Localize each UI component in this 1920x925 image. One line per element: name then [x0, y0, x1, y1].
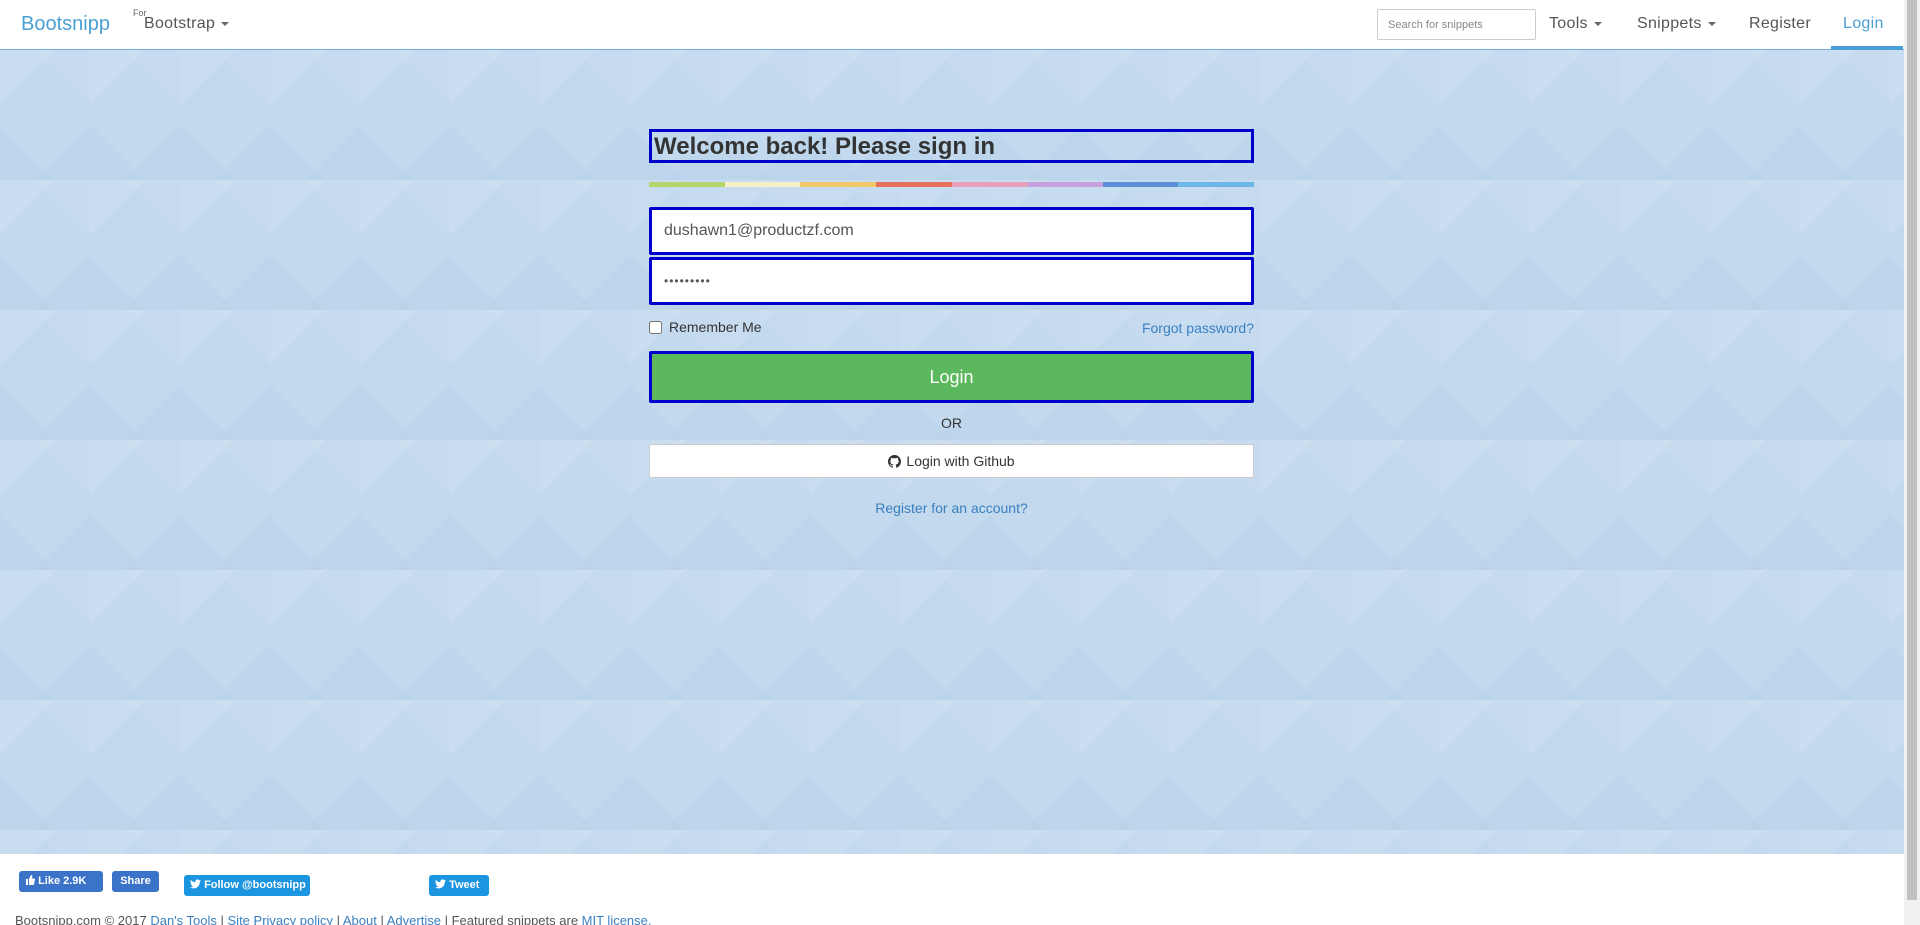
- github-icon: [888, 454, 902, 468]
- footer-link-dans-tools[interactable]: Dan's Tools: [150, 913, 217, 925]
- footer-copyright-line: Bootsnipp.com © 2017 Dan's Tools | Site …: [15, 913, 652, 925]
- rainbow-segment: [724, 182, 801, 187]
- facebook-like-button[interactable]: Like 2.9K: [19, 871, 103, 892]
- nav-tools-label: Tools: [1549, 15, 1588, 32]
- tweet-button[interactable]: Tweet: [429, 875, 489, 896]
- form-heading: Welcome back! Please sign in: [649, 129, 1254, 163]
- rainbow-segment: [875, 182, 952, 187]
- forgot-password-link[interactable]: Forgot password?: [1142, 320, 1254, 336]
- twitter-bird-icon: [435, 879, 446, 889]
- twitter-follow-button[interactable]: Follow @bootsnipp: [184, 875, 310, 896]
- rainbow-segment: [1102, 182, 1179, 187]
- nav-snippets-dropdown[interactable]: Snippets: [1637, 15, 1716, 33]
- thumbs-up-icon: [26, 875, 36, 885]
- top-navbar: Bootsnipp For Bootstrap Tools Snippets R…: [0, 0, 1904, 50]
- footer-link-mit-license[interactable]: MIT license.: [582, 913, 652, 925]
- featured-snippets-text: Featured snippets are: [451, 913, 579, 925]
- nav-snippets-label: Snippets: [1637, 15, 1702, 32]
- password-field[interactable]: [649, 257, 1254, 305]
- facebook-like-label: Like 2.9K: [38, 875, 87, 887]
- remember-me-checkbox[interactable]: [649, 320, 662, 334]
- brand-logo-link[interactable]: Bootsnipp: [21, 13, 110, 36]
- nav-login-link[interactable]: Login: [1843, 15, 1884, 33]
- footer-link-privacy[interactable]: Site Privacy policy: [228, 913, 333, 925]
- facebook-share-button[interactable]: Share: [112, 871, 159, 892]
- footer-link-advertise[interactable]: Advertise: [387, 913, 441, 925]
- tweet-label: Tweet: [449, 879, 480, 891]
- footer-link-about[interactable]: About: [343, 913, 377, 925]
- caret-down-icon: [1593, 21, 1602, 26]
- twitter-bird-icon: [190, 879, 201, 889]
- remember-me-label: Remember Me: [669, 319, 762, 335]
- caret-down-icon: [1707, 21, 1716, 26]
- rainbow-divider: [649, 182, 1254, 187]
- copyright-text: Bootsnipp.com © 2017: [15, 913, 147, 925]
- bootstrap-dropdown-label: Bootstrap: [144, 15, 216, 32]
- rainbow-segment: [951, 182, 1028, 187]
- footer: Like 2.9K Share Follow @bootsnipp Tweet …: [0, 854, 1904, 925]
- login-form: Welcome back! Please sign in Remember Me…: [649, 129, 1254, 516]
- rainbow-segment: [1027, 182, 1103, 187]
- email-field[interactable]: [649, 207, 1254, 255]
- twitter-follow-label: Follow @bootsnipp: [204, 879, 306, 891]
- github-login-button[interactable]: Login with Github: [649, 444, 1254, 478]
- github-button-label: Login with Github: [906, 453, 1015, 469]
- or-separator: OR: [941, 415, 962, 431]
- nav-tools-dropdown[interactable]: Tools: [1549, 15, 1602, 33]
- rainbow-segment: [800, 182, 876, 187]
- register-account-link[interactable]: Register for an account?: [649, 500, 1254, 516]
- login-options: Remember Me Forgot password?: [649, 316, 1254, 340]
- rainbow-segment: [649, 182, 725, 187]
- search-input[interactable]: [1377, 9, 1536, 40]
- caret-down-icon: [221, 21, 230, 26]
- login-button[interactable]: Login: [649, 351, 1254, 403]
- rainbow-segment: [1178, 182, 1254, 187]
- page-scrollbar[interactable]: [1904, 0, 1920, 925]
- bootstrap-dropdown[interactable]: Bootstrap: [144, 15, 230, 33]
- remember-me[interactable]: Remember Me: [649, 319, 762, 335]
- nav-register-link[interactable]: Register: [1749, 15, 1811, 33]
- scrollbar-thumb[interactable]: [1907, 0, 1917, 900]
